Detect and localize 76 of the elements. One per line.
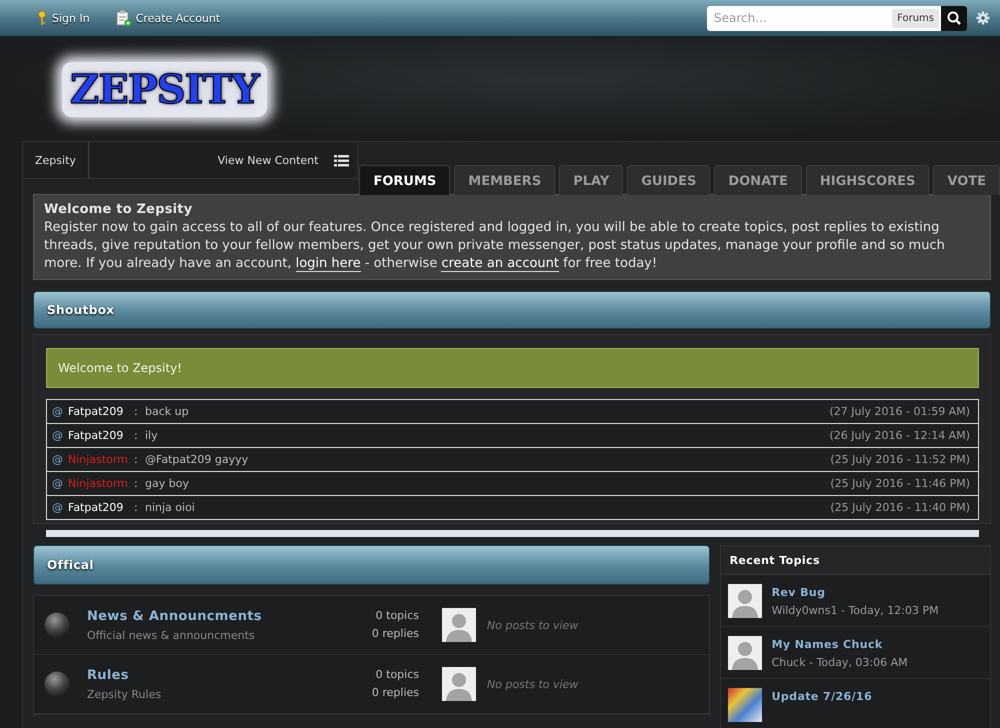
mention-link[interactable]: @ (52, 453, 68, 466)
photo-placeholder (728, 688, 762, 722)
nav-link[interactable]: Create Account (116, 10, 220, 26)
topic-count: 0 topics (374, 667, 419, 683)
message-text: ninja oioi (145, 501, 195, 514)
timestamp: (25 July 2016 - 11:40 PM) (830, 501, 970, 514)
avatar-icon (442, 667, 476, 701)
view-new-content-link[interactable]: View New Content (218, 154, 318, 166)
text-link[interactable]: create an account (441, 256, 559, 272)
topic-meta: Wildy0wns1 - Today, 12:03 PM (772, 604, 939, 617)
settings-icon[interactable] (976, 11, 990, 25)
clipboard-icon (116, 10, 132, 26)
panel-title: Recent Topics (730, 554, 820, 566)
mention-link[interactable]: @ (52, 405, 68, 418)
topic-link[interactable]: My Names Chuck (772, 638, 908, 651)
nav-tab[interactable]: VOTE (933, 165, 1000, 195)
sphere-icon (44, 612, 70, 638)
shout-input-field[interactable] (46, 530, 979, 537)
key-icon (36, 10, 48, 26)
list-icon[interactable] (334, 154, 350, 166)
welcome-text: Register now to gain access to all of our features. Once registered and logged in, you will be able to create topics, post replies to existing threads, give reputation to your fellow members, get your own private messenger, post status updates, manage your profile and so much more. If you already have an account, login here - otherwise create an account for free today! (44, 219, 946, 273)
section-title: Shoutbox (47, 303, 114, 317)
timestamp: (26 July 2016 - 12:14 AM) (829, 429, 970, 442)
welcome-title: Welcome to Zepsity (44, 201, 194, 219)
reply-count: 0 replies (370, 626, 419, 642)
nav-tab[interactable]: PLAY (559, 165, 624, 195)
site-logo[interactable]: ZEPSITY (62, 62, 267, 116)
message-text: ily (145, 429, 158, 442)
nav-tab[interactable]: GUIDES (627, 165, 710, 195)
forum-title-link[interactable]: News & Announcments (87, 608, 327, 624)
username[interactable]: Ninjastorm (68, 477, 134, 490)
username[interactable]: Ninjastorm (68, 453, 134, 466)
search-button[interactable] (941, 6, 967, 30)
topic-link[interactable]: Update 7/26/16 (772, 690, 872, 703)
message-text: @Fatpat209 gayyy (145, 453, 248, 466)
sphere-icon (44, 671, 70, 697)
avatar-icon (728, 636, 762, 670)
separator: : (134, 453, 139, 466)
search-icon (947, 11, 961, 25)
nav-link[interactable]: Sign In (36, 10, 90, 26)
message-text: gay boy (145, 477, 189, 490)
last-post-text: No posts to view (487, 618, 578, 632)
nav-tab[interactable]: DONATE (714, 165, 802, 195)
timestamp: (27 July 2016 - 01:59 AM) (829, 405, 970, 418)
forum-description: Official news & announcments (87, 628, 256, 642)
mention-link[interactable]: @ (52, 429, 68, 442)
text-link[interactable]: login here (296, 256, 361, 272)
nav-tab[interactable]: MEMBERS (454, 165, 556, 195)
separator: : (134, 429, 139, 442)
message-text: back up (145, 405, 189, 418)
avatar-icon (442, 608, 476, 642)
nav-tab[interactable]: FORUMS (359, 165, 450, 195)
category-title[interactable]: Offical (47, 558, 94, 572)
forum-description: Zepsity Rules (87, 688, 162, 700)
nav-tab[interactable]: HIGHSCORES (806, 165, 930, 195)
separator: : (134, 405, 139, 418)
last-post-text: No posts to view (487, 678, 578, 690)
topic-link[interactable]: Rev Bug (772, 586, 939, 599)
breadcrumb-link[interactable]: Zepsity (35, 142, 89, 178)
reply-count: 0 replies (370, 685, 419, 701)
separator: : (134, 477, 139, 490)
separator: : (134, 501, 139, 514)
username[interactable]: Fatpat209 (68, 501, 134, 514)
username[interactable]: Fatpat209 (68, 405, 134, 418)
search-field[interactable]: Search... Forums (707, 6, 941, 30)
timestamp: (25 July 2016 - 11:52 PM) (830, 453, 970, 466)
avatar-icon (728, 584, 762, 618)
username[interactable]: Fatpat209 (68, 429, 134, 442)
search-scope-button[interactable]: Forums (892, 8, 939, 28)
welcome-notice: Welcome to Zepsity! (46, 348, 979, 388)
timestamp: (25 July 2016 - 11:46 PM) (830, 477, 970, 490)
topic-count: 0 topics (374, 608, 419, 624)
forum-title-link[interactable]: Rules (87, 668, 327, 682)
mention-link[interactable]: @ (52, 477, 68, 490)
topic-meta: Chuck - Today, 03:06 AM (772, 656, 908, 669)
mention-link[interactable]: @ (52, 501, 68, 514)
